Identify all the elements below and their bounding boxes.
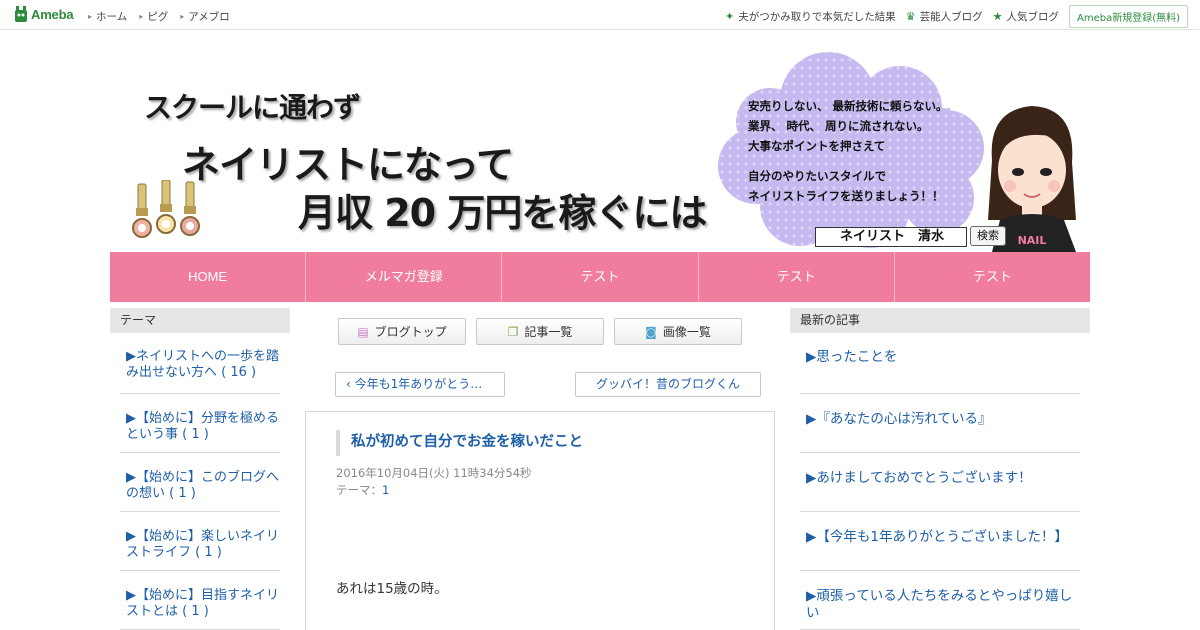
article-theme-link[interactable]: 1 [382,483,389,497]
copy-icon: ❐ [507,324,519,339]
prev-article-label: 今年も1年ありがとう… [354,377,483,391]
cloud-line: 大事なポイントを押さえて [748,139,886,153]
chevron-right-icon: ▸ [88,12,93,21]
right-sidebar: 最新の記事 ▶思ったことを ▶『あなたの心は汚れている』 ▶あけましておめでとう… [790,308,1090,630]
top-nav-ameblo[interactable]: ▸ アメブロ [180,9,230,24]
top-nav-label: ホーム [96,11,128,23]
top-link-label: 芸能人ブログ [919,11,983,23]
theme-item[interactable]: ▶【始めに】分野を極めるという事 ( 1 ) [120,394,280,453]
nav-tab-test-2[interactable]: テスト [699,252,895,302]
sparkle-icon: ✦ [725,10,735,23]
nav-tab-test-3[interactable]: テスト [895,252,1090,302]
theme-item[interactable]: ▶【始めに】このブログへの想い ( 1 ) [120,453,280,512]
register-button[interactable]: Ameba新規登録(無料) [1068,5,1188,28]
article-title[interactable]: 私が初めて自分でお金を稼いだこと [336,430,583,456]
cloud-line: 自分のやりたいスタイルで [748,169,886,183]
theme-item[interactable]: ▶【始めに】目指すネイリストとは ( 1 ) [120,571,280,630]
recent-item[interactable]: ▶あけましておめでとうございます！ [800,453,1080,512]
article-date: 2016年10月04日(火) 11時34分54秒 [336,466,532,480]
blog-tab-label: 記事一覧 [524,325,573,339]
top-link-featured[interactable]: ✦ 夫がつかみ取りで本気だした結果 [725,9,896,24]
recent-item[interactable]: ▶【今年も1年ありがとうございました！】 [800,512,1080,571]
nail-polish-bottles-icon [132,180,200,238]
document-icon: ▤ [357,324,369,339]
recent-item[interactable]: ▶『あなたの心は汚れている』 [800,394,1080,453]
recent-list: ▶思ったことを ▶『あなたの心は汚れている』 ▶あけましておめでとうございます！… [790,303,1090,630]
left-sidebar: テーマ ▶ネイリストへの一歩を踏み出せない方へ ( 16 ) ▶【始めに】分野を… [110,308,290,630]
top-link-popular-blog[interactable]: ★ 人気ブログ [993,9,1059,24]
recent-item[interactable]: ▶頑張っている人たちをみるとやっぱり嬉しい [800,571,1080,630]
top-nav-label: アメブロ [188,11,230,23]
chevron-right-icon: ▸ [139,12,144,21]
logo-text: Ameba [31,7,74,22]
top-nav-home[interactable]: ▸ ホーム [88,9,127,24]
top-right-links: ✦ 夫がつかみ取りで本気だした結果 ♛ 芸能人ブログ ★ 人気ブログ Ameba新規登… [725,5,1188,28]
cloud-line: 安売りしない、 最新技術に頼らない。 [748,99,948,113]
article-theme: テーマ：1 [336,482,389,498]
cloud-line: 業界、 時代、 周りに流されない。 [748,119,929,133]
blog-tabs: ▤ ブログトップ ❐ 記事一覧 ◙ 画像一覧 [338,318,752,345]
blog-header-banner[interactable]: スクールに通わず ネイリストになって 月収 20 万円を稼ぐには 安売りしない、… [110,30,1090,252]
star-icon: ★ [992,10,1003,23]
top-link-label: 夫がつかみ取りで本気だした結果 [738,11,896,23]
next-article-label: グッバイ！昔のブログくん [595,377,740,391]
top-link-celebrity-blog[interactable]: ♛ 芸能人ブログ [906,9,983,24]
ameba-top-bar: Ameba ▸ ホーム ▸ ピグ ▸ アメブロ ✦ 夫がつかみ取りで本気だした結果 ♛ 芸… [0,0,1200,30]
ameba-logo[interactable]: Ameba [14,6,74,23]
ameba-logo-icon [15,6,27,22]
camera-icon: ◙ [645,324,657,339]
theme-item[interactable]: ▶【始めに】楽しいネイリストライフ ( 1 ) [120,512,280,571]
cloud-line: ネイリストライフを送りましょう！！ [748,189,944,203]
nav-tab-mailmagazine[interactable]: メルマガ登録 [306,252,503,302]
top-nav-label: ピグ [147,11,169,23]
blog-tab-label: 画像一覧 [662,325,711,339]
author-name-box: ネイリスト 清水 [815,227,967,247]
theme-list: ▶ネイリストへの一歩を踏み出せない方へ ( 16 ) ▶【始めに】分野を極めると… [110,303,290,630]
article: 私が初めて自分でお金を稼いだこと 2016年10月04日(火) 11時34分54… [305,411,775,630]
header-title-line-1: スクールに通わず [144,91,361,124]
main-nav: HOME メルマガ登録 テスト テスト テスト [110,252,1090,302]
next-article-link[interactable]: グッバイ！昔のブログくん [575,372,761,397]
prev-article-link[interactable]: ‹ 今年も1年ありがとう… [335,372,505,397]
article-theme-label: テーマ： [336,483,382,497]
header-title-line-3: 月収 20 万円を稼ぐには [298,191,707,235]
nav-tab-test-1[interactable]: テスト [502,252,699,302]
header-search-button[interactable]: 検索 [970,226,1006,246]
image-list-button[interactable]: ◙ 画像一覧 [614,318,742,345]
nav-tab-home[interactable]: HOME [110,252,307,302]
crown-icon: ♛ [905,10,916,23]
blog-top-button[interactable]: ▤ ブログトップ [338,318,466,345]
article-body: あれは15歳の時。 [336,581,448,597]
header-cloud-message: 安売りしない、 最新技術に頼らない。 業界、 時代、 周りに流されない。 大事な… [748,96,948,206]
chevron-right-icon: ▸ [180,12,185,21]
chevron-left-icon: ‹ [346,377,355,391]
cloud-spacer [748,156,948,166]
blog-tab-label: ブログトップ [374,325,447,339]
top-link-label: 人気ブログ [1006,11,1059,23]
top-nav-pigg[interactable]: ▸ ピグ [139,9,168,24]
article-list-button[interactable]: ❐ 記事一覧 [476,318,604,345]
nail-tag: NAIL [1018,234,1047,247]
top-nav: ▸ ホーム ▸ ピグ ▸ アメブロ [88,9,242,24]
header-title-line-2: ネイリストになって [182,143,514,187]
